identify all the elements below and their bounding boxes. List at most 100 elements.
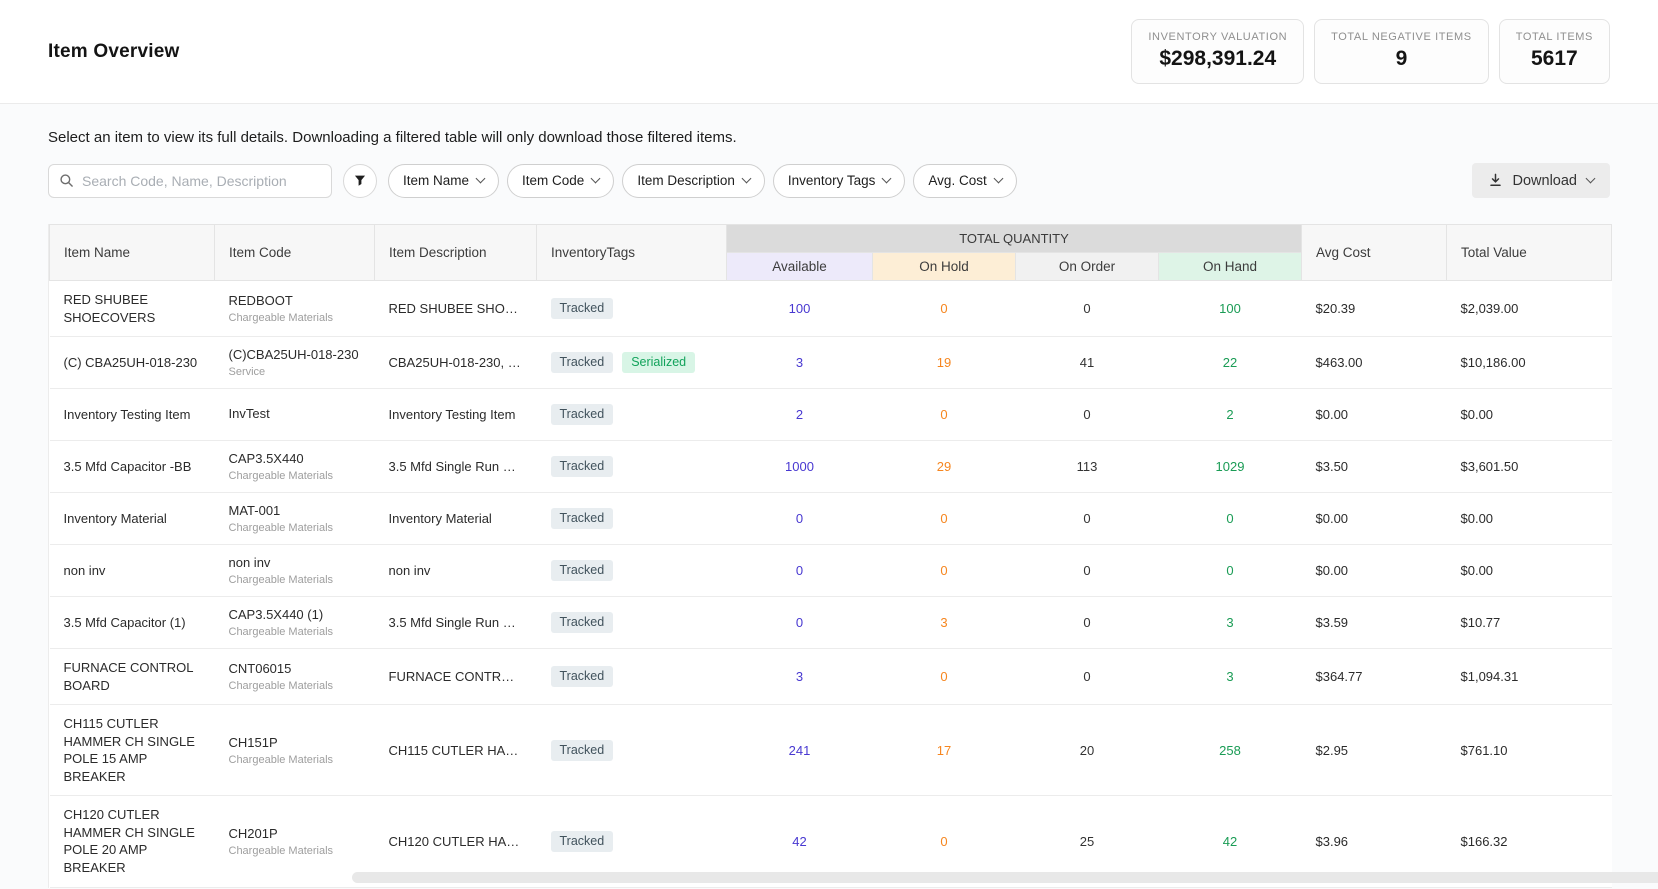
stat-card-total-items: TOTAL ITEMS 5617 (1499, 19, 1610, 84)
total-value-cell: $0.00 (1447, 389, 1612, 441)
item-code-type: Chargeable Materials (229, 574, 361, 586)
filter-pill-item-code[interactable]: Item Code (507, 164, 614, 198)
item-name-cell: 3.5 Mfd Capacitor -BB (50, 441, 215, 493)
on-hold-cell: 0 (873, 545, 1016, 597)
item-name: (C) CBA25UH-018-230 (64, 354, 201, 372)
table-row[interactable]: 3.5 Mfd Capacitor (1) CAP3.5X440 (1)Charg… (50, 597, 1612, 649)
item-name: CH120 CUTLER HAMMER CH SINGLE POLE 20 AM… (64, 806, 201, 876)
column-group-total-quantity: TOTAL QUANTITY (727, 225, 1302, 253)
item-code-cell: CH151PChargeable Materials (215, 705, 375, 796)
on-hand-cell: 258 (1159, 705, 1302, 796)
inventory-tags-cell: Tracked (537, 649, 727, 705)
item-name-cell: FURNACE CONTROL BOARD (50, 649, 215, 705)
filter-pill-inventory-tags[interactable]: Inventory Tags (773, 164, 906, 198)
download-button[interactable]: Download (1472, 163, 1611, 198)
total-value-cell: $3,601.50 (1447, 441, 1612, 493)
on-hand-cell: 2 (1159, 389, 1302, 441)
column-header-inventory-tags: InventoryTags (537, 225, 727, 281)
item-description: 3.5 Mfd Single Run Cap... (375, 441, 537, 493)
item-name: 3.5 Mfd Capacitor -BB (64, 458, 201, 476)
tag-badge-tracked: Tracked (551, 666, 614, 687)
table-row[interactable]: non invnon invChargeable Materialsnon in… (50, 545, 1612, 597)
item-name-cell: Inventory Testing Item (50, 389, 215, 441)
page-title: Item Overview (48, 41, 179, 63)
item-description: CBA25UH-018-230, U... (375, 337, 537, 389)
table-row[interactable]: CH115 CUTLER HAMMER CH SINGLE POLE 15 AM… (50, 705, 1612, 796)
item-code-type: Service (229, 366, 361, 378)
search-input[interactable] (82, 173, 321, 189)
item-description: RED SHUBEE SHOECO... (375, 281, 537, 337)
on-hand-cell: 100 (1159, 281, 1302, 337)
column-header-on-order: On Order (1016, 253, 1159, 281)
table-row[interactable]: Inventory MaterialMAT-001Chargeable Mate… (50, 493, 1612, 545)
on-hand-cell: 3 (1159, 649, 1302, 705)
on-hand-cell: 0 (1159, 545, 1302, 597)
on-hand-cell: 1029 (1159, 441, 1302, 493)
on-order-cell: 113 (1016, 441, 1159, 493)
on-order-cell: 0 (1016, 597, 1159, 649)
table-row[interactable]: FURNACE CONTROL BOARDCNT06015Chargeable … (50, 649, 1612, 705)
item-code-cell: CNT06015Chargeable Materials (215, 649, 375, 705)
stat-card-inventory-valuation: INVENTORY VALUATION $298,391.24 (1131, 19, 1304, 84)
on-order-cell: 0 (1016, 545, 1159, 597)
item-code-cell: CH201PChargeable Materials (215, 796, 375, 887)
tag-badge-tracked: Tracked (551, 612, 614, 633)
on-order-cell: 20 (1016, 705, 1159, 796)
on-hand-cell: 22 (1159, 337, 1302, 389)
available-cell: 2 (727, 389, 873, 441)
item-name-cell: Inventory Material (50, 493, 215, 545)
tag-badge-tracked: Tracked (551, 740, 614, 761)
total-value-cell: $10,186.00 (1447, 337, 1612, 389)
stat-label: TOTAL ITEMS (1516, 31, 1593, 43)
item-name: RED SHUBEE SHOECOVERS (64, 291, 201, 326)
stat-value: 9 (1331, 47, 1472, 71)
item-code: InvTest (229, 406, 361, 423)
on-hand-cell: 3 (1159, 597, 1302, 649)
item-code-cell: non inv Chargeable Materials (215, 545, 375, 597)
chevron-down-icon (476, 174, 486, 184)
on-hold-cell: 0 (873, 389, 1016, 441)
on-hand-cell: 0 (1159, 493, 1302, 545)
item-code: non inv (229, 555, 361, 572)
item-code: CAP3.5X440 (1) (229, 607, 361, 624)
filter-pill-item-name[interactable]: Item Name (388, 164, 499, 198)
item-name: Inventory Testing Item (64, 406, 201, 424)
filter-pill-label: Item Code (522, 173, 584, 188)
column-header-item-code: Item Code (215, 225, 375, 281)
table-row[interactable]: RED SHUBEE SHOECOVERS REDBOOTChargeable M… (50, 281, 1612, 337)
on-hold-cell: 0 (873, 281, 1016, 337)
item-code-cell: CAP3.5X440 (1)Chargeable Materials (215, 597, 375, 649)
on-hold-cell: 0 (873, 649, 1016, 705)
tag-badge-tracked: Tracked (551, 298, 614, 319)
column-header-on-hold: On Hold (873, 253, 1016, 281)
filter-button[interactable] (343, 164, 377, 198)
total-value-cell: $0.00 (1447, 493, 1612, 545)
item-code: MAT-001 (229, 503, 361, 520)
item-name-cell: RED SHUBEE SHOECOVERS (50, 281, 215, 337)
tag-badge-tracked: Tracked (551, 560, 614, 581)
filter-pill-item-description[interactable]: Item Description (622, 164, 765, 198)
table-row[interactable]: (C) CBA25UH-018-230(C)CBA25UH-018-230Ser… (50, 337, 1612, 389)
table-row[interactable]: 3.5 Mfd Capacitor -BBCAP3.5X440Chargeabl… (50, 441, 1612, 493)
total-value-cell: $761.10 (1447, 705, 1612, 796)
item-description: 3.5 Mfd Single Run Cap... (375, 597, 537, 649)
item-code: CAP3.5X440 (229, 451, 361, 468)
horizontal-scrollbar-thumb[interactable] (352, 872, 1658, 883)
item-name: 3.5 Mfd Capacitor (1) (64, 614, 201, 632)
avg-cost-cell: $0.00 (1302, 389, 1447, 441)
table-header: Item Name Item Code Item Description Inv… (50, 225, 1612, 281)
inventory-tags-cell: TrackedSerialized (537, 337, 727, 389)
item-code: CH151P (229, 735, 361, 752)
item-code-cell: REDBOOTChargeable Materials (215, 281, 375, 337)
filter-pill-avg-cost[interactable]: Avg. Cost (913, 164, 1016, 198)
on-hold-cell: 19 (873, 337, 1016, 389)
on-order-cell: 41 (1016, 337, 1159, 389)
tag-badge-serialized: Serialized (622, 352, 695, 373)
avg-cost-cell: $3.59 (1302, 597, 1447, 649)
item-name-cell: CH115 CUTLER HAMMER CH SINGLE POLE 15 AM… (50, 705, 215, 796)
tag-badge-tracked: Tracked (551, 508, 614, 529)
avg-cost-cell: $463.00 (1302, 337, 1447, 389)
avg-cost-cell: $20.39 (1302, 281, 1447, 337)
table-row[interactable]: Inventory Testing ItemInvTestInventory T… (50, 389, 1612, 441)
top-bar: Item Overview INVENTORY VALUATION $298,3… (0, 0, 1658, 104)
